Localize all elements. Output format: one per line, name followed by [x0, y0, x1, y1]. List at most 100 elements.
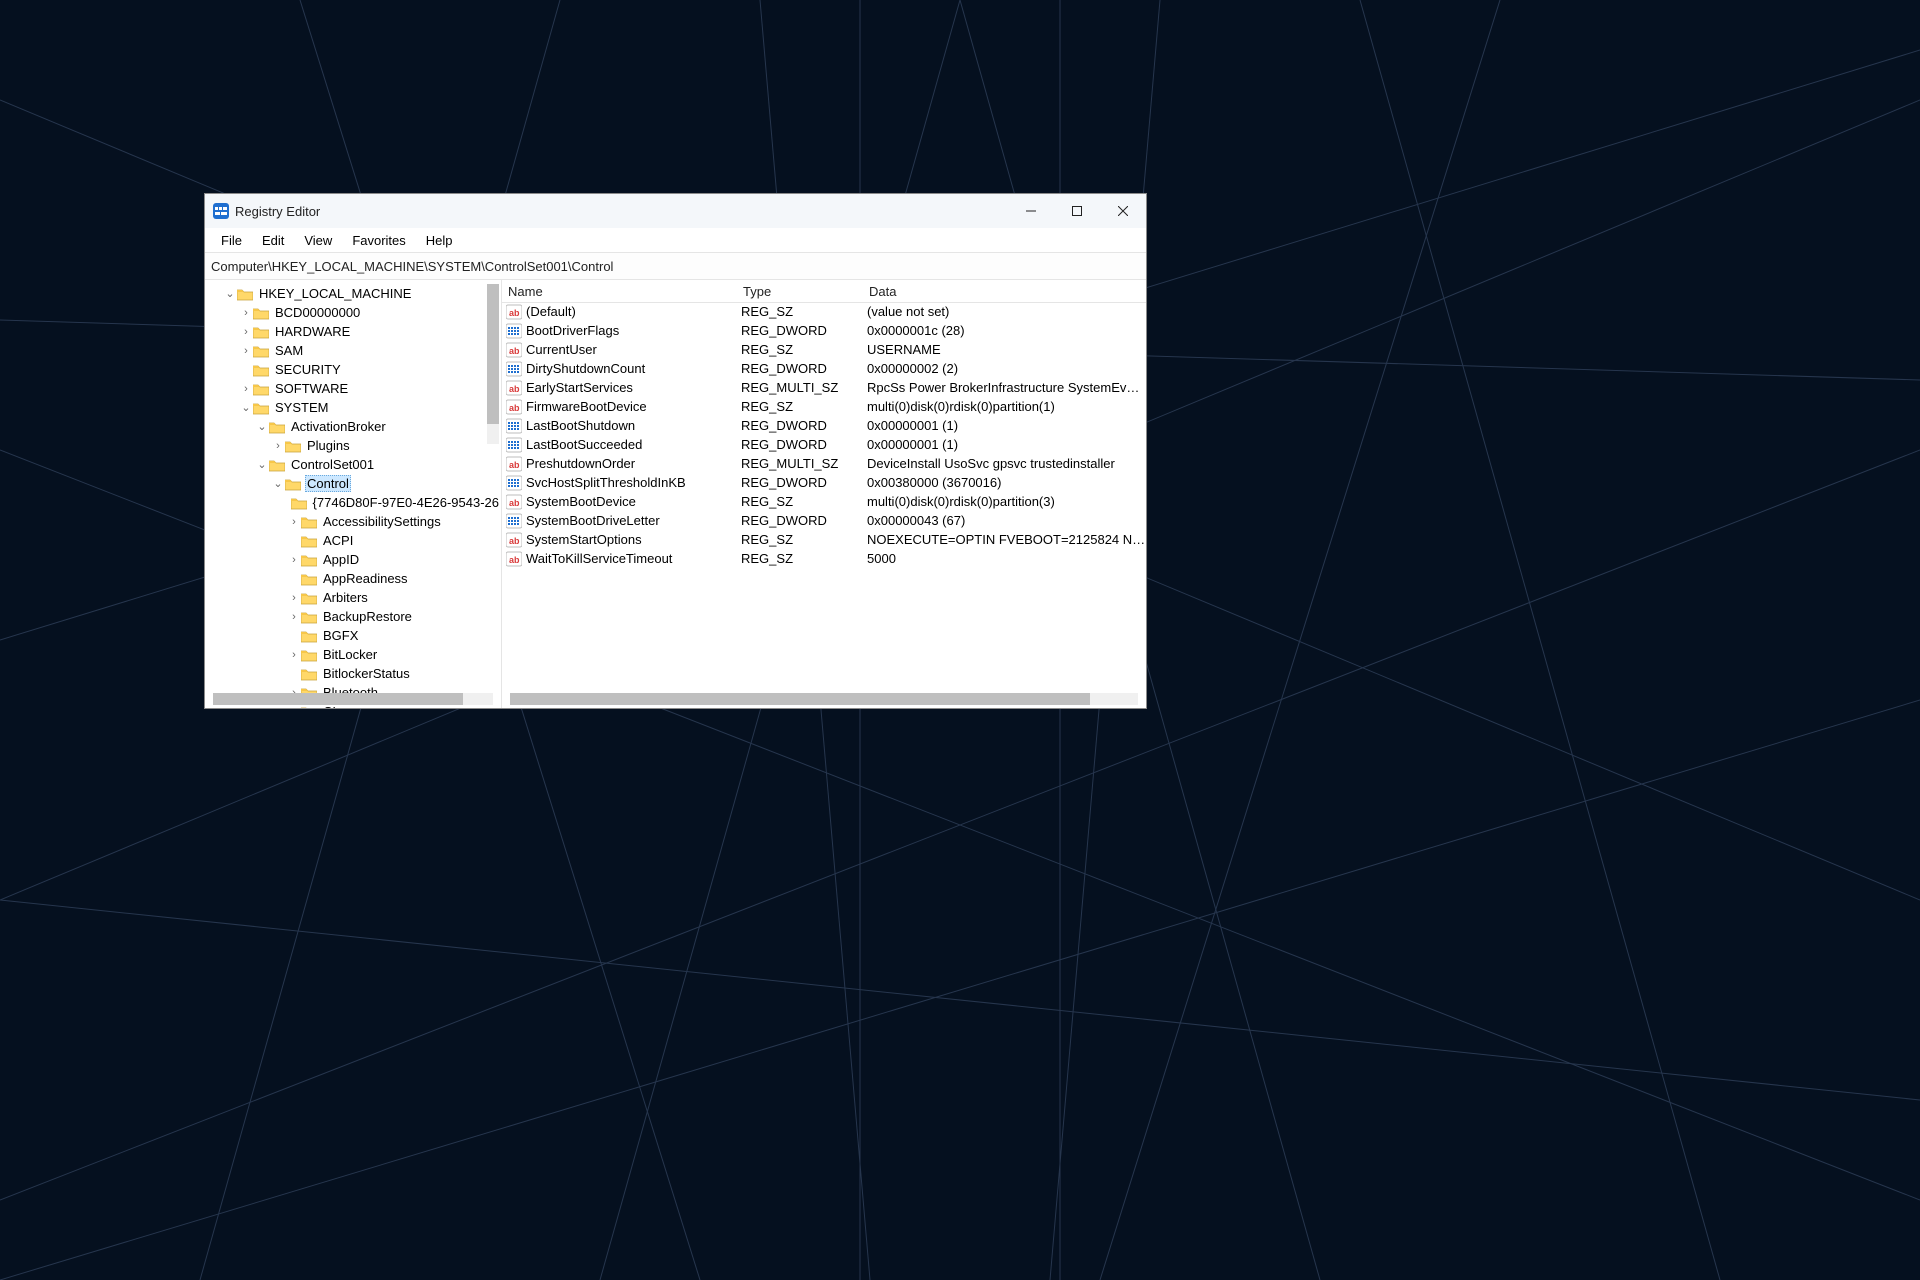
column-data[interactable]: Data	[863, 284, 1146, 299]
expand-toggle-icon[interactable]: ›	[287, 516, 301, 528]
folder-icon	[253, 306, 269, 320]
expand-toggle-icon[interactable]: ›	[287, 706, 301, 709]
expand-toggle-icon[interactable]: ›	[239, 383, 253, 395]
value-row[interactable]: (Default)REG_SZ(value not set)	[502, 302, 1146, 321]
expand-toggle-icon[interactable]: ›	[287, 592, 301, 604]
tree-horizontal-scrollbar[interactable]	[213, 693, 493, 705]
tree-node[interactable]: ›BitLocker	[205, 645, 501, 664]
tree-node[interactable]: ⌄ HKEY_LOCAL_MACHINE	[205, 284, 501, 303]
menu-file[interactable]: File	[211, 231, 252, 250]
tree-node[interactable]: › AccessibilitySettings	[205, 512, 501, 531]
menu-favorites[interactable]: Favorites	[342, 231, 415, 250]
value-data: DeviceInstall UsoSvc gpsvc trustedinstal…	[861, 456, 1146, 471]
value-type-icon	[506, 323, 522, 339]
tree-node[interactable]: ACPI	[205, 531, 501, 550]
tree-node[interactable]: ›Plugins	[205, 436, 501, 455]
tree-node[interactable]: › HARDWARE	[205, 322, 501, 341]
value-row[interactable]: SvcHostSplitThresholdInKBREG_DWORD0x0038…	[502, 473, 1146, 492]
value-data: 0x00000043 (67)	[861, 513, 1146, 528]
titlebar[interactable]: Registry Editor	[205, 194, 1146, 228]
tree-node-label: ControlSet001	[289, 457, 376, 472]
tree-node[interactable]: BGFX	[205, 626, 501, 645]
menu-edit[interactable]: Edit	[252, 231, 294, 250]
expand-toggle-icon[interactable]: ⌄	[255, 458, 269, 471]
menu-help[interactable]: Help	[416, 231, 463, 250]
tree-node[interactable]: BitlockerStatus	[205, 664, 501, 683]
tree-node[interactable]: ⌄Control	[205, 474, 501, 493]
expand-toggle-icon[interactable]: ›	[271, 440, 285, 452]
value-row[interactable]: SystemBootDeviceREG_SZmulti(0)disk(0)rdi…	[502, 492, 1146, 511]
folder-icon	[301, 534, 317, 548]
tree-node[interactable]: SECURITY	[205, 360, 501, 379]
value-type: REG_SZ	[735, 304, 861, 319]
values-horizontal-scrollbar[interactable]	[510, 693, 1138, 705]
menu-view[interactable]: View	[294, 231, 342, 250]
folder-icon	[301, 705, 317, 709]
expand-toggle-icon[interactable]: ›	[239, 345, 253, 357]
tree-node[interactable]: › Arbiters	[205, 588, 501, 607]
value-name: LastBootShutdown	[526, 418, 635, 433]
column-type[interactable]: Type	[737, 284, 863, 299]
expand-toggle-icon[interactable]: ›	[287, 649, 301, 661]
folder-icon	[291, 496, 307, 510]
value-row[interactable]: WaitToKillServiceTimeoutREG_SZ5000	[502, 549, 1146, 568]
folder-icon	[269, 420, 285, 434]
expand-toggle-icon[interactable]: ›	[287, 611, 301, 623]
value-row[interactable]: FirmwareBootDeviceREG_SZmulti(0)disk(0)r…	[502, 397, 1146, 416]
value-row[interactable]: SystemBootDriveLetterREG_DWORD0x00000043…	[502, 511, 1146, 530]
address-bar[interactable]: Computer\HKEY_LOCAL_MACHINE\SYSTEM\Contr…	[205, 252, 1146, 280]
tree-node[interactable]: ⌄ SYSTEM	[205, 398, 501, 417]
value-data: 0x0000001c (28)	[861, 323, 1146, 338]
maximize-button[interactable]	[1054, 194, 1100, 228]
value-type-icon	[506, 551, 522, 567]
value-name: CurrentUser	[526, 342, 597, 357]
expand-toggle-icon[interactable]: ›	[239, 307, 253, 319]
folder-icon	[253, 382, 269, 396]
value-row[interactable]: CurrentUserREG_SZUSERNAME	[502, 340, 1146, 359]
close-button[interactable]	[1100, 194, 1146, 228]
value-row[interactable]: DirtyShutdownCountREG_DWORD0x00000002 (2…	[502, 359, 1146, 378]
expand-toggle-icon[interactable]: ›	[287, 554, 301, 566]
tree-node[interactable]: ⌄ActivationBroker	[205, 417, 501, 436]
tree-node-label: Arbiters	[321, 590, 370, 605]
registry-editor-window: Registry Editor File Edit View Favorites…	[204, 193, 1147, 709]
expand-toggle-icon[interactable]: ›	[239, 326, 253, 338]
value-type: REG_DWORD	[735, 418, 861, 433]
expand-toggle-icon[interactable]: ⌄	[223, 287, 237, 300]
value-type-icon	[506, 532, 522, 548]
value-name: BootDriverFlags	[526, 323, 619, 338]
tree-node-label: HARDWARE	[273, 324, 352, 339]
tree-node-label: SYSTEM	[273, 400, 330, 415]
value-row[interactable]: LastBootShutdownREG_DWORD0x00000001 (1)	[502, 416, 1146, 435]
expand-toggle-icon[interactable]: ⌄	[271, 477, 285, 490]
tree-node[interactable]: ›SOFTWARE	[205, 379, 501, 398]
tree-node-label: AccessibilitySettings	[321, 514, 443, 529]
tree-node-label: HKEY_LOCAL_MACHINE	[257, 286, 413, 301]
value-row[interactable]: BootDriverFlagsREG_DWORD0x0000001c (28)	[502, 321, 1146, 340]
values-pane: Name Type Data (Default)REG_SZ(value not…	[502, 280, 1146, 708]
value-row[interactable]: PreshutdownOrderREG_MULTI_SZDeviceInstal…	[502, 454, 1146, 473]
value-row[interactable]: EarlyStartServicesREG_MULTI_SZRpcSs Powe…	[502, 378, 1146, 397]
value-data: (value not set)	[861, 304, 1146, 319]
tree-node[interactable]: ›BCD00000000	[205, 303, 501, 322]
tree-pane: ⌄HKEY_LOCAL_MACHINE›BCD00000000›HARDWARE…	[205, 280, 502, 708]
minimize-button[interactable]	[1008, 194, 1054, 228]
tree-node[interactable]: ›AppID	[205, 550, 501, 569]
expand-toggle-icon[interactable]: ⌄	[255, 420, 269, 433]
tree-node[interactable]: ⌄ ControlSet001	[205, 455, 501, 474]
column-name[interactable]: Name	[502, 284, 737, 299]
tree-vertical-scrollbar[interactable]	[487, 284, 499, 444]
value-row[interactable]: LastBootSucceededREG_DWORD0x00000001 (1)	[502, 435, 1146, 454]
expand-toggle-icon[interactable]: ⌄	[239, 401, 253, 414]
tree-node[interactable]: ›SAM	[205, 341, 501, 360]
tree-node[interactable]: ›BackupRestore	[205, 607, 501, 626]
value-type: REG_SZ	[735, 532, 861, 547]
value-row[interactable]: SystemStartOptionsREG_SZ NOEXECUTE=OPTIN…	[502, 530, 1146, 549]
value-type: REG_DWORD	[735, 475, 861, 490]
tree-node[interactable]: {7746D80F-97E0-4E26-9543-26	[205, 493, 501, 512]
value-data: multi(0)disk(0)rdisk(0)partition(1)	[861, 399, 1146, 414]
value-type: REG_DWORD	[735, 513, 861, 528]
value-type: REG_MULTI_SZ	[735, 380, 861, 395]
tree-node[interactable]: AppReadiness	[205, 569, 501, 588]
folder-icon	[237, 287, 253, 301]
